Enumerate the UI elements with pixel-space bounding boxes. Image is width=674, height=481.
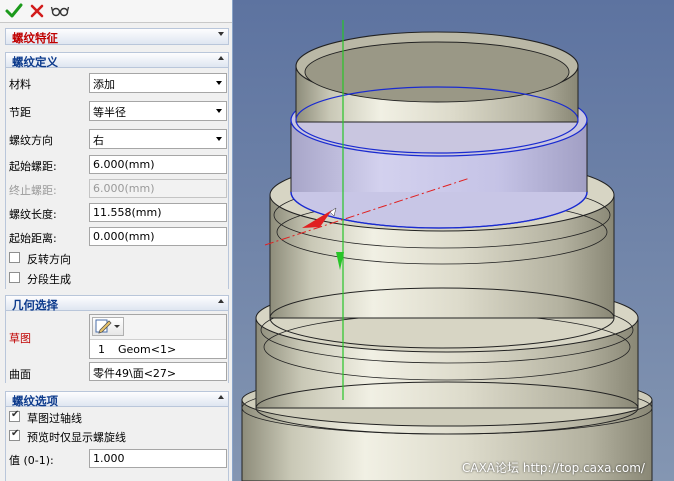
material-label: 材料: [9, 78, 31, 91]
part-body-top: [290, 31, 588, 229]
dropdown-arrow-icon: [114, 325, 120, 328]
confirm-button[interactable]: [4, 1, 24, 21]
sketch-edit-icon: [95, 319, 112, 334]
sketch-pick-button[interactable]: [92, 317, 124, 336]
panel-toolbar: [0, 0, 232, 23]
start-pitch-label: 起始螺距:: [9, 160, 57, 173]
pitch-label: 节距: [9, 106, 31, 119]
property-panel: 螺纹特征 螺纹定义 材料 添加 节距 等半径 螺纹方向 右 起始螺距: 6.00…: [0, 0, 233, 481]
sketch-list-toolbar: [90, 315, 226, 340]
preview-helix-label: 预览时仅显示螺旋线: [27, 431, 126, 444]
segmented-label: 分段生成: [27, 273, 71, 286]
chevron-up-icon: [218, 395, 224, 399]
direction-select[interactable]: 右: [89, 129, 227, 149]
surface-label: 曲面: [9, 368, 31, 381]
dropdown-arrow-icon: [216, 81, 222, 85]
sketch-item-index: 1: [98, 343, 105, 356]
start-pitch-input[interactable]: 6.000(mm): [89, 155, 227, 174]
model-canvas[interactable]: [233, 0, 674, 481]
checkbox-box[interactable]: [9, 252, 20, 263]
direction-label: 螺纹方向: [9, 134, 53, 147]
checkbox-box[interactable]: ✔: [9, 409, 20, 422]
glasses-icon: [50, 6, 70, 17]
reverse-direction-label: 反转方向: [27, 253, 71, 266]
geometry-group-header[interactable]: 几何选择: [5, 295, 229, 312]
sketch-list-item[interactable]: 1 Geom<1>: [90, 340, 226, 358]
options-group-header[interactable]: 螺纹选项: [5, 391, 229, 408]
definition-group-header[interactable]: 螺纹定义: [5, 52, 229, 69]
pitch-select[interactable]: 等半径: [89, 101, 227, 121]
cancel-button[interactable]: [27, 1, 47, 21]
sketch-axis-label: 草图过轴线: [27, 412, 82, 425]
feature-title: 螺纹特征: [12, 31, 58, 45]
surface-input[interactable]: 零件49\面<27>: [89, 362, 227, 381]
pitch-value: 等半径: [93, 106, 126, 119]
feature-title-bar[interactable]: 螺纹特征: [5, 28, 229, 45]
checkmark-icon: ✔: [11, 428, 20, 439]
start-distance-label: 起始距离:: [9, 232, 57, 245]
chevron-down-icon: [218, 32, 224, 36]
geometry-group-body: 草图 1 Geom<1> 曲面 零件49\面<27>: [5, 311, 229, 383]
checkmark-icon: ✔: [11, 409, 20, 420]
material-value: 添加: [93, 78, 115, 91]
preview-button[interactable]: [50, 1, 70, 21]
length-label: 螺纹长度:: [9, 208, 57, 221]
options-group-body: ✔ 草图过轴线 ✔ 预览时仅显示螺旋线 值 (0-1): 1.000: [5, 407, 229, 481]
direction-value: 右: [93, 134, 104, 147]
sketch-selection-list[interactable]: 1 Geom<1>: [89, 314, 227, 359]
close-icon: [30, 4, 44, 18]
end-pitch-input: 6.000(mm): [89, 179, 227, 198]
length-input[interactable]: 11.558(mm): [89, 203, 227, 222]
chevron-up-icon: [218, 299, 224, 303]
value-label: 值 (0-1):: [9, 454, 54, 467]
material-select[interactable]: 添加: [89, 73, 227, 93]
checkbox-box[interactable]: [9, 272, 20, 283]
definition-group-body: 材料 添加 节距 等半径 螺纹方向 右 起始螺距: 6.000(mm) 终止螺距…: [5, 68, 229, 289]
3d-viewport[interactable]: CAXA论坛 http://top.caxa.com/: [233, 0, 674, 481]
checkmark-icon: [5, 3, 23, 18]
sketch-label: 草图: [9, 332, 31, 345]
dropdown-arrow-icon: [216, 137, 222, 141]
start-distance-input[interactable]: 0.000(mm): [89, 227, 227, 246]
checkbox-box[interactable]: ✔: [9, 428, 20, 441]
end-pitch-label: 终止螺距:: [9, 184, 57, 197]
chevron-up-icon: [218, 56, 224, 60]
value-input[interactable]: 1.000: [89, 449, 227, 468]
dropdown-arrow-icon: [216, 109, 222, 113]
sketch-item-value: Geom<1>: [118, 343, 177, 356]
watermark: CAXA论坛 http://top.caxa.com/: [462, 461, 645, 475]
